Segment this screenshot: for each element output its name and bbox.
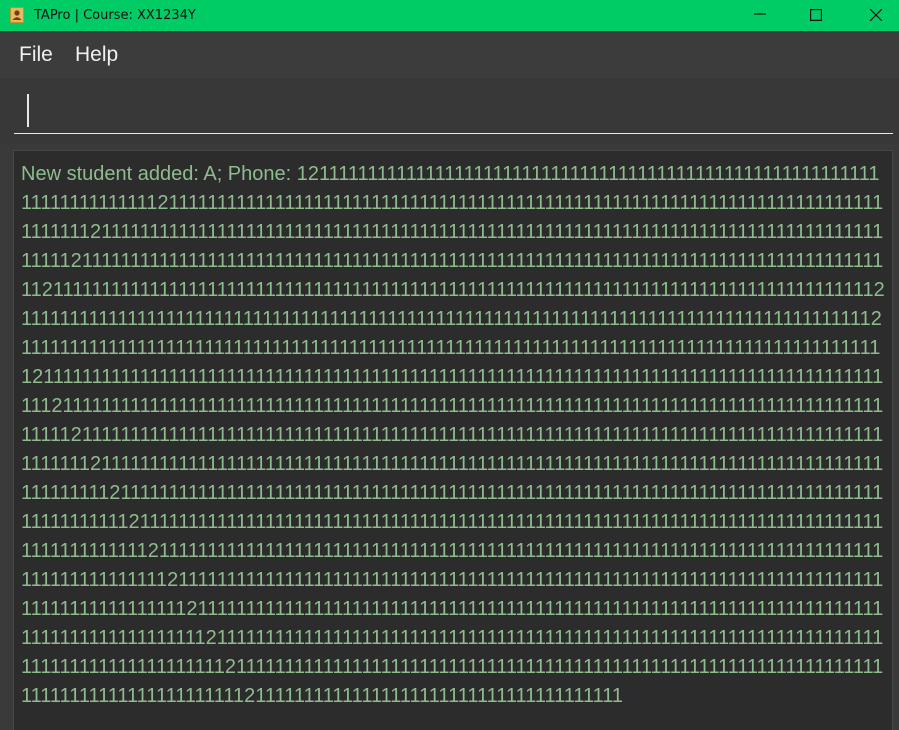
maximize-icon [810,9,822,21]
app-window: TAPro | Course: XX1234Y File Help New st… [0,0,899,730]
close-button[interactable] [853,0,899,31]
command-input[interactable] [14,92,893,134]
menu-help[interactable]: Help [75,31,118,78]
text-caret [27,94,29,127]
minimize-icon [754,13,766,15]
title-bar[interactable]: TAPro | Course: XX1234Y [0,0,899,31]
close-icon [870,9,882,21]
minimize-button[interactable] [737,0,783,31]
address-book-icon [9,7,25,23]
result-message: New student added: A; Phone: 12111111111… [21,163,885,707]
menu-file[interactable]: File [19,31,53,78]
result-display[interactable]: New student added: A; Phone: 12111111111… [13,150,893,730]
maximize-button[interactable] [793,0,839,31]
window-title: TAPro | Course: XX1234Y [34,8,196,23]
menu-bar: File Help [0,31,899,79]
